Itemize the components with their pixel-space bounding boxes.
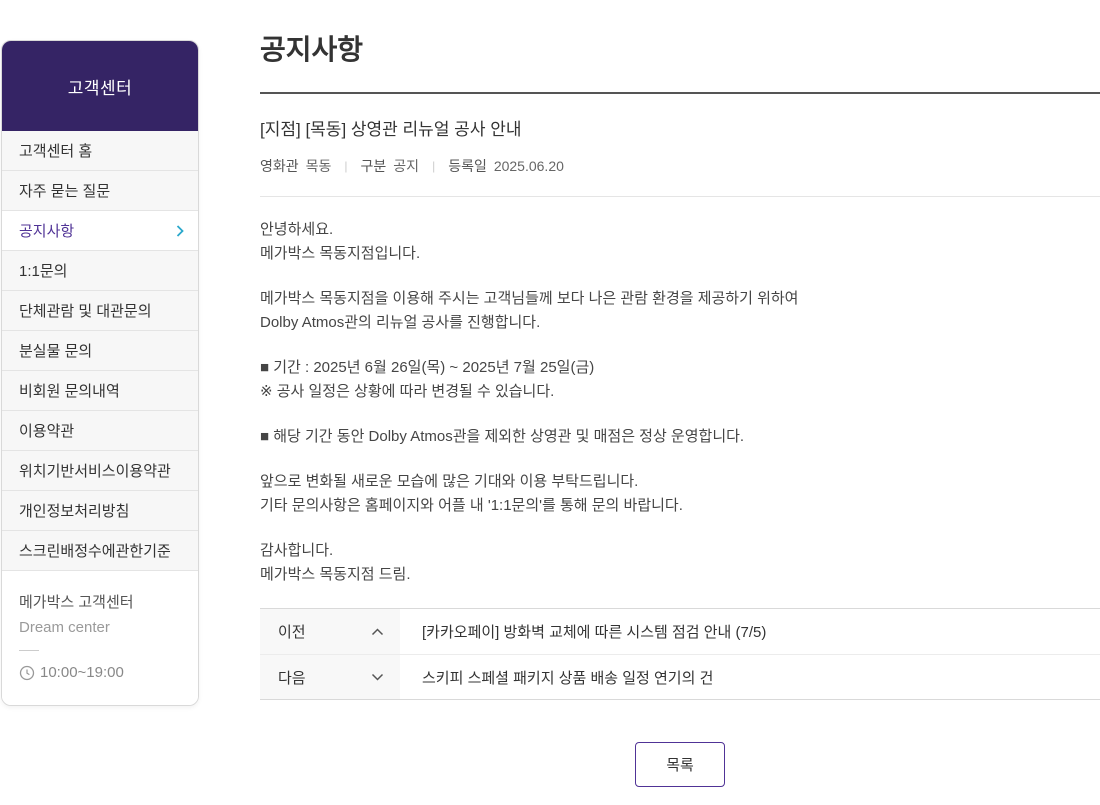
sidebar-item-home[interactable]: 고객센터 홈 [2,131,198,171]
notice-body-line: 메가박스 목동지점을 이용해 주시는 고객님들께 보다 나은 관람 환경을 제공… [260,290,799,307]
notice-body-line: 메가박스 목동지점입니다. [260,245,421,262]
sidebar-item-label: 공지사항 [19,223,75,240]
sidebar-item-label: 비회원 문의내역 [19,383,120,400]
meta-date-value: 2025.06.20 [493,158,564,174]
notice-body-line: 감사합니다. [260,542,334,559]
prev-label: 이전 [278,624,306,641]
sidebar-title: 고객센터 [2,41,198,131]
sidebar-item-label: 단체관람 및 대관문의 [19,303,152,320]
footer-hours-text: 10:00~19:00 [40,664,124,681]
sidebar-item-label: 자주 묻는 질문 [19,183,111,200]
prev-notice-row[interactable]: 이전 [카카오페이] 방화벽 교체에 따른 시스템 점검 안내 (7/5) [260,609,1100,654]
title-divider [260,92,1100,94]
next-cell: 다음 [260,655,400,699]
sidebar-menu: 고객센터 홈 자주 묻는 질문 공지사항 1:1문의 단체관람 및 대관문의 분… [2,131,198,571]
sidebar-item-lost-and-found[interactable]: 분실물 문의 [2,331,198,371]
notice-meta: 영화관 목동 | 구분 공지 | 등록일 2025.06.20 [260,156,1100,176]
meta-separator: | [432,159,436,173]
footer-hours: 10:00~19:00 [19,664,181,681]
sidebar-item-faq[interactable]: 자주 묻는 질문 [2,171,198,211]
prev-next-nav: 이전 [카카오페이] 방화벽 교체에 따른 시스템 점검 안내 (7/5) 다음… [260,608,1100,700]
sidebar-item-group-viewing[interactable]: 단체관람 및 대관문의 [2,291,198,331]
notice-paragraph: ■ 해당 기간 동안 Dolby Atmos관을 제외한 상영관 및 매점은 정… [260,425,1100,449]
sidebar-item-label: 개인정보처리방침 [19,503,130,520]
notice-detail-main: 공지사항 [지점] [목동] 상영관 리뉴얼 공사 안내 영화관 목동 | 구분… [260,0,1100,787]
sidebar-item-label: 분실물 문의 [19,343,93,360]
customer-center-sidebar: 고객센터 고객센터 홈 자주 묻는 질문 공지사항 1:1문의 단체관람 및 대… [1,40,199,706]
meta-divider [260,196,1100,197]
footer-divider [19,650,39,651]
sidebar-item-label: 스크린배정수에관한기준 [19,543,171,560]
footer-center-subname: Dream center [19,619,110,636]
notice-body-line: 기타 문의사항은 홈페이지와 어플 내 '1:1문의'를 통해 문의 바랍니다. [260,497,683,514]
clock-icon [19,665,35,681]
sidebar-item-one-to-one-inquiry[interactable]: 1:1문의 [2,251,198,291]
notice-body-line: ■ 해당 기간 동안 Dolby Atmos관을 제외한 상영관 및 매점은 정… [260,428,745,445]
notice-body-line: ※ 공사 일정은 상황에 따라 변경될 수 있습니다. [260,383,555,400]
notice-paragraph: 감사합니다. 메가박스 목동지점 드림. [260,539,1100,587]
notice-paragraph: 앞으로 변화될 새로운 모습에 많은 기대와 이용 부탁드립니다. 기타 문의사… [260,470,1100,518]
notice-paragraph: 메가박스 목동지점을 이용해 주시는 고객님들께 보다 나은 관람 환경을 제공… [260,287,1100,335]
notice-title: [지점] [목동] 상영관 리뉴얼 공사 안내 [260,120,522,139]
chevron-right-icon [176,224,184,237]
chevron-up-icon [371,627,384,636]
chevron-down-icon [371,673,384,681]
prev-cell: 이전 [260,609,400,654]
notice-body-line: 안녕하세요. [260,221,334,238]
notice-body-line: 메가박스 목동지점 드림. [260,566,411,583]
sidebar-item-label: 1:1문의 [19,263,68,280]
notice-body-line: ■ 기간 : 2025년 6월 26일(목) ~ 2025년 7월 25일(금) [260,359,595,376]
sidebar-item-privacy-policy[interactable]: 개인정보처리방침 [2,491,198,531]
meta-date-label: 등록일 [448,158,487,174]
notice-body-line: 앞으로 변화될 새로운 모습에 많은 기대와 이용 부탁드립니다. [260,473,639,490]
notice-body-line: Dolby Atmos관의 리뉴얼 공사를 진행합니다. [260,314,541,331]
next-notice-row[interactable]: 다음 스키피 스페셜 패키지 상품 배송 일정 연기의 건 [260,654,1100,699]
meta-category-label: 구분 [360,158,387,174]
meta-theater-value: 목동 [305,158,332,174]
next-label: 다음 [278,669,306,687]
sidebar-item-label: 이용약관 [19,423,75,440]
sidebar-footer: 메가박스 고객센터 Dream center 10:00~19:00 [2,571,198,705]
sidebar-item-screen-allocation[interactable]: 스크린배정수에관한기준 [2,531,198,571]
meta-theater-label: 영화관 [260,158,299,174]
notice-paragraph: ■ 기간 : 2025년 6월 26일(목) ~ 2025년 7월 25일(금)… [260,356,1100,404]
sidebar-item-terms[interactable]: 이용약관 [2,411,198,451]
prev-notice-title[interactable]: [카카오페이] 방화벽 교체에 따른 시스템 점검 안내 (7/5) [400,609,766,654]
meta-separator: | [344,159,348,173]
page-title: 공지사항 [260,34,364,65]
list-button[interactable]: 목록 [635,742,725,787]
list-button-area: 목록 [260,742,1100,787]
next-notice-title[interactable]: 스키피 스페셜 패키지 상품 배송 일정 연기의 건 [400,655,713,699]
meta-category-value: 공지 [393,158,420,174]
notice-body: 안녕하세요. 메가박스 목동지점입니다. 메가박스 목동지점을 이용해 주시는 … [260,218,1100,587]
sidebar-item-nonmember-inquiry[interactable]: 비회원 문의내역 [2,371,198,411]
sidebar-item-notice[interactable]: 공지사항 [2,211,198,251]
sidebar-item-label: 고객센터 홈 [19,143,93,160]
sidebar-item-label: 위치기반서비스이용약관 [19,463,171,480]
sidebar-item-location-terms[interactable]: 위치기반서비스이용약관 [2,451,198,491]
footer-center-name: 메가박스 고객센터 [19,594,134,611]
notice-paragraph: 안녕하세요. 메가박스 목동지점입니다. [260,218,1100,266]
